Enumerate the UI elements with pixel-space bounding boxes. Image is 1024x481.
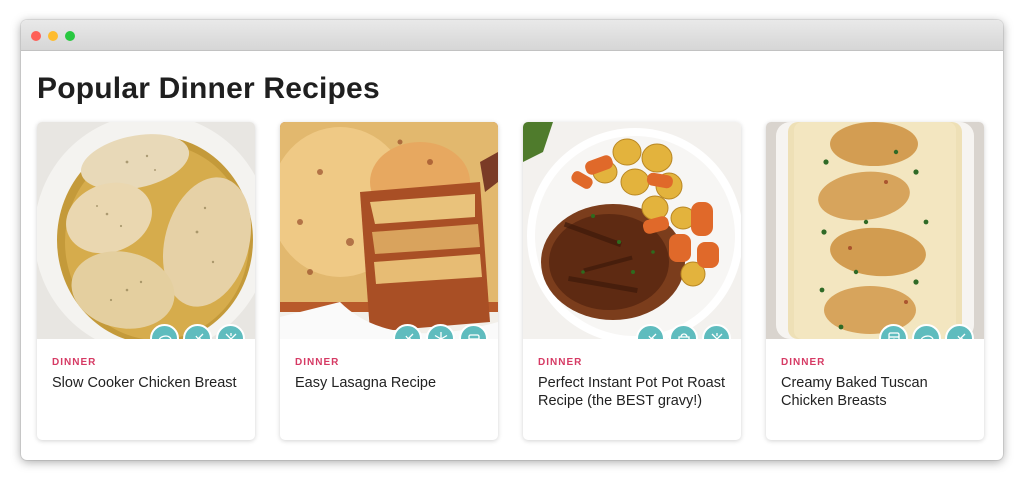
recipe-title[interactable]: Creamy Baked Tuscan Chicken Breasts (781, 375, 969, 410)
zoom-window-button[interactable] (65, 31, 75, 41)
low-carb-icon[interactable] (393, 324, 422, 339)
card-body: DINNER Slow Cooker Chicken Breast (37, 339, 255, 393)
recipe-category[interactable]: DINNER (295, 357, 483, 368)
easy-lasagna-photo (280, 122, 498, 339)
no-cook-icon[interactable] (702, 324, 731, 339)
card-body: DINNER Perfect Instant Pot Pot Roast Rec… (523, 339, 741, 410)
recipe-icon-row (636, 324, 731, 339)
recipe-image[interactable] (523, 122, 741, 339)
recipe-card[interactable]: DINNER Perfect Instant Pot Pot Roast Rec… (523, 122, 741, 440)
card-body: DINNER Creamy Baked Tuscan Chicken Breas… (766, 339, 984, 410)
tuscan-chicken-photo (766, 122, 984, 339)
instant-pot-icon[interactable] (669, 324, 698, 339)
recipe-image[interactable] (766, 122, 984, 339)
low-carb-icon[interactable] (636, 324, 665, 339)
recipe-card[interactable]: DINNER Creamy Baked Tuscan Chicken Breas… (766, 122, 984, 440)
browser-window: Popular Dinner Recipes DINNER Slow Cooke… (21, 20, 1003, 460)
recipe-card[interactable]: DINNER Slow Cooker Chicken Breast (37, 122, 255, 440)
recipe-icon-row (150, 324, 245, 339)
no-cook-icon[interactable] (216, 324, 245, 339)
freezer-friendly-icon[interactable] (426, 324, 455, 339)
low-carb-icon[interactable] (183, 324, 212, 339)
recipe-image[interactable] (37, 122, 255, 339)
recipe-card[interactable]: DINNER Easy Lasagna Recipe (280, 122, 498, 440)
low-carb-icon[interactable] (945, 324, 974, 339)
chicken-icon[interactable] (912, 324, 941, 339)
minimize-window-button[interactable] (48, 31, 58, 41)
recipe-title[interactable]: Easy Lasagna Recipe (295, 375, 483, 393)
recipe-icon-row (879, 324, 974, 339)
pot-roast-photo (523, 122, 741, 339)
oven-icon[interactable] (879, 324, 908, 339)
recipe-title[interactable]: Slow Cooker Chicken Breast (52, 375, 240, 393)
recipe-image[interactable] (280, 122, 498, 339)
recipe-card-grid: DINNER Slow Cooker Chicken Breast DINNER… (37, 122, 985, 440)
casserole-icon[interactable] (459, 324, 488, 339)
window-titlebar (21, 20, 1003, 51)
recipe-title[interactable]: Perfect Instant Pot Pot Roast Recipe (th… (538, 375, 726, 410)
recipe-icon-row (393, 324, 488, 339)
recipe-category[interactable]: DINNER (52, 357, 240, 368)
chicken-icon[interactable] (150, 324, 179, 339)
slow-cooker-chicken-breast-photo (37, 122, 255, 339)
page-title: Popular Dinner Recipes (37, 72, 380, 105)
card-body: DINNER Easy Lasagna Recipe (280, 339, 498, 393)
recipe-category[interactable]: DINNER (781, 357, 969, 368)
recipe-category[interactable]: DINNER (538, 357, 726, 368)
close-window-button[interactable] (31, 31, 41, 41)
